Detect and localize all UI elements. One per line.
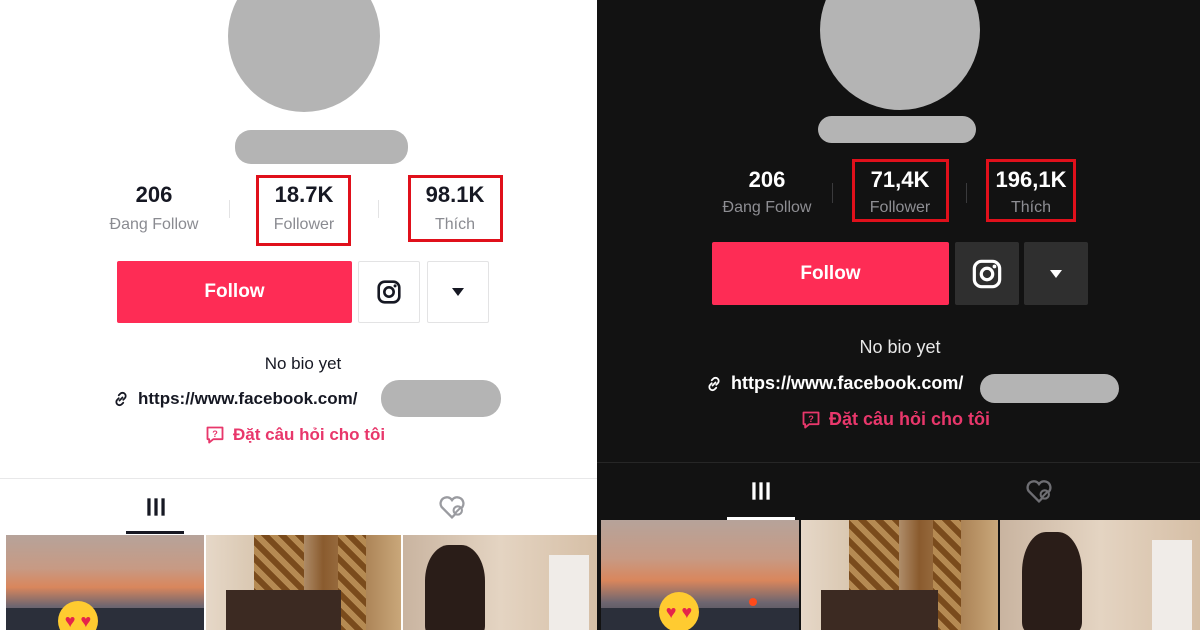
caret-down-icon — [1050, 269, 1062, 278]
video-thumbnail[interactable] — [801, 520, 998, 630]
more-dropdown-button[interactable] — [1024, 242, 1088, 305]
url-redacted — [381, 380, 501, 417]
link-icon — [708, 376, 720, 391]
link-url: https://www.facebook.com/ — [731, 373, 964, 393]
bio-text: No bio yet — [264, 354, 342, 373]
instagram-icon — [972, 259, 1002, 288]
ask-question-link[interactable]: ? Đặt câu hỏi cho tôi — [205, 425, 385, 445]
tab-videos[interactable] — [128, 479, 184, 535]
instagram-icon — [377, 280, 401, 304]
hidden-heart-icon — [439, 496, 465, 520]
video-thumbnail[interactable] — [1000, 520, 1200, 630]
profile-tabs — [597, 462, 1200, 520]
highlight-box-followers — [852, 159, 949, 222]
question-box-icon: ? — [802, 411, 820, 428]
instagram-button[interactable] — [955, 242, 1019, 305]
svg-text:?: ? — [212, 429, 218, 439]
avatar[interactable] — [820, 0, 980, 110]
profile-tabs — [0, 478, 597, 534]
following-count: 206 — [748, 167, 786, 192]
profile-link[interactable]: https://www.facebook.com/ — [112, 389, 357, 409]
following-count: 206 — [135, 182, 173, 207]
video-thumbnail[interactable]: ♥ ♥ — [601, 520, 799, 630]
video-thumbnail[interactable] — [206, 535, 401, 630]
grid-icon — [752, 482, 770, 500]
following-label: Đang Follow — [109, 216, 199, 233]
bio-text: No bio yet — [859, 337, 941, 357]
tab-liked[interactable] — [1011, 463, 1067, 519]
caret-down-icon — [452, 288, 464, 296]
avatar[interactable] — [228, 0, 380, 112]
stat-divider — [966, 183, 967, 203]
ask-question-label: Đặt câu hỏi cho tôi — [829, 409, 991, 429]
stat-divider — [378, 200, 379, 218]
svg-text:?: ? — [808, 414, 814, 424]
stat-divider — [229, 200, 230, 218]
stat-divider — [832, 183, 833, 203]
profile-link[interactable]: https://www.facebook.com/ — [705, 373, 963, 394]
following-label: Đang Follow — [722, 199, 812, 216]
instagram-button[interactable] — [358, 261, 420, 323]
tab-liked[interactable] — [424, 479, 480, 535]
light-mode-profile: 206 Đang Follow 18.7K Follower 98.1K Thí… — [0, 0, 597, 630]
link-icon — [115, 391, 127, 407]
dark-mode-profile: 206 Đang Follow 71,4K Follower 196,1K Th… — [597, 0, 1200, 630]
highlight-box-likes — [408, 175, 503, 242]
tab-videos[interactable] — [733, 463, 789, 519]
follow-button[interactable]: Follow — [712, 242, 949, 305]
grid-icon — [147, 498, 165, 516]
heart-eyes-emoji-sticker: ♥ ♥ — [659, 592, 699, 630]
more-dropdown-button[interactable] — [427, 261, 489, 323]
url-redacted — [980, 374, 1119, 403]
follow-button[interactable]: Follow — [117, 261, 352, 323]
ask-question-link[interactable]: ? Đặt câu hỏi cho tôi — [801, 409, 990, 430]
following-stat[interactable]: 206 Đang Follow — [707, 167, 827, 217]
question-box-icon: ? — [206, 426, 224, 444]
highlight-box-followers — [256, 175, 351, 246]
video-thumbnail[interactable] — [403, 535, 597, 630]
username-redacted — [235, 130, 408, 164]
active-tab-indicator — [126, 531, 184, 534]
following-stat[interactable]: 206 Đang Follow — [95, 182, 213, 234]
video-thumbnail[interactable]: ♥ ♥ — [6, 535, 204, 630]
username-redacted — [818, 116, 976, 143]
heart-eyes-emoji-sticker: ♥ ♥ — [58, 601, 98, 630]
ask-question-label: Đặt câu hỏi cho tôi — [233, 425, 386, 444]
link-url: https://www.facebook.com/ — [138, 389, 358, 408]
hidden-heart-icon — [1026, 480, 1052, 504]
highlight-box-likes — [986, 159, 1076, 222]
